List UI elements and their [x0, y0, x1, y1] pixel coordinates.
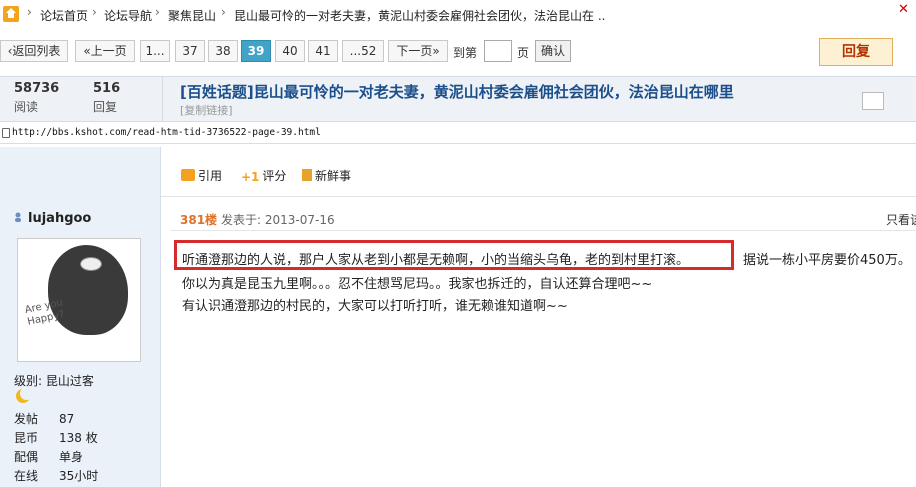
replies-label: 回复: [93, 100, 118, 114]
views-stat: 58736 阅读: [14, 81, 59, 115]
views-count: 58736: [14, 81, 60, 96]
page-link[interactable]: 41: [308, 40, 338, 62]
avatar-bow: [80, 257, 102, 271]
close-icon[interactable]: ✕: [898, 2, 912, 17]
goto-page-input[interactable]: [484, 40, 512, 62]
replies-stat: 516 回复: [93, 81, 120, 115]
breadcrumb-focus-kunshan[interactable]: 聚焦昆山: [168, 7, 216, 24]
page-link[interactable]: 37: [175, 40, 205, 62]
breadcrumb: › 论坛首页 › 论坛导航 › 聚焦昆山 › 昆山最可怜的一对老夫妻，黄泥山村委…: [0, 0, 916, 30]
breadcrumb-forum-home[interactable]: 论坛首页: [40, 7, 88, 24]
goto-label: 到第: [453, 46, 478, 60]
user-online-time: 在线 35小时: [14, 469, 99, 483]
back-to-list-button[interactable]: ‹返回列表: [0, 40, 68, 62]
plus-one-icon: +1: [241, 170, 260, 184]
pagination: ‹返回列表 «上一页 1... 37 38 39 40 41 ...52 下一页…: [0, 36, 916, 66]
page-link-current[interactable]: 39: [241, 40, 271, 62]
user-posts: 发帖 87: [14, 412, 75, 426]
breadcrumb-separator: ›: [92, 5, 97, 19]
post-date: 发表于: 2013-07-16: [221, 213, 335, 227]
moon-icon: [16, 387, 33, 403]
breadcrumb-separator: ›: [155, 5, 160, 19]
home-icon[interactable]: [3, 6, 19, 22]
post-line: 有认识通澄那边的村民的，大家可以打听打听，谁无赖谁知道啊~~: [182, 299, 568, 314]
url-bar: http://bbs.kshot.com/read-htm-tid-373652…: [0, 124, 916, 144]
user-coins: 昆币 138 枚: [14, 431, 98, 445]
divider: [170, 230, 916, 231]
floor-number[interactable]: 381楼: [180, 211, 217, 228]
page-link[interactable]: 40: [275, 40, 305, 62]
quote-button[interactable]: 引用: [181, 167, 222, 184]
quote-icon: [181, 169, 195, 181]
thread-header: 58736 阅读 516 回复 [百姓话题]昆山最可怜的一对老夫妻，黄泥山村委会…: [0, 76, 916, 122]
post-line-continued: 据说一栋小平房要价450万。: [743, 253, 911, 268]
post-line: 你以为真是昆玉九里啊。。。忍不住想骂尼玛。。我家也拆迁的，自认还算合理吧~~: [182, 277, 653, 292]
thread-title: [百姓话题]昆山最可怜的一对老夫妻，黄泥山村委会雇佣社会团伙，法治昆山在哪里: [180, 83, 734, 101]
user-online-icon: [14, 211, 22, 222]
replies-count: 516: [93, 81, 121, 96]
prev-page-button[interactable]: «上一页: [75, 40, 135, 62]
page-link[interactable]: 38: [208, 40, 238, 62]
breadcrumb-forum-nav[interactable]: 论坛导航: [104, 7, 152, 24]
only-see-author-link[interactable]: 只看该: [886, 211, 916, 228]
reply-button[interactable]: 回复: [819, 38, 893, 66]
goto-unit-label: 页: [517, 46, 530, 60]
page-link-first[interactable]: 1...: [140, 40, 170, 62]
goto-confirm-button[interactable]: 确认: [535, 40, 571, 62]
next-page-button[interactable]: 下一页»: [388, 40, 448, 62]
username[interactable]: lujahgoo: [28, 211, 91, 226]
breadcrumb-separator: ›: [27, 5, 32, 19]
page-link-last[interactable]: ...52: [342, 40, 384, 62]
post-line-highlighted: 听通澄那边的人说，那户人家从老到小都是无赖啊，小的当缩头乌龟，老的到村里打滚。: [182, 253, 690, 268]
option-box[interactable]: [862, 92, 884, 110]
post-action-row: 引用 +1 评分 新鲜事: [161, 147, 916, 197]
views-label: 阅读: [14, 100, 39, 114]
news-icon: [302, 169, 312, 181]
page-icon: [2, 128, 10, 138]
avatar[interactable]: Are you Happy?: [17, 238, 141, 362]
breadcrumb-separator: ›: [221, 5, 226, 19]
url-text[interactable]: http://bbs.kshot.com/read-htm-tid-373652…: [12, 127, 321, 138]
user-spouse: 配偶 单身: [14, 450, 84, 464]
divider: [162, 77, 163, 121]
rate-button[interactable]: +1 评分: [241, 167, 286, 184]
copy-link[interactable]: [复制链接]: [180, 102, 233, 118]
breadcrumb-current-thread: 昆山最可怜的一对老夫妻，黄泥山村委会雇佣社会团伙，法治昆山在 ..: [234, 9, 606, 23]
news-button[interactable]: 新鲜事: [302, 167, 351, 184]
